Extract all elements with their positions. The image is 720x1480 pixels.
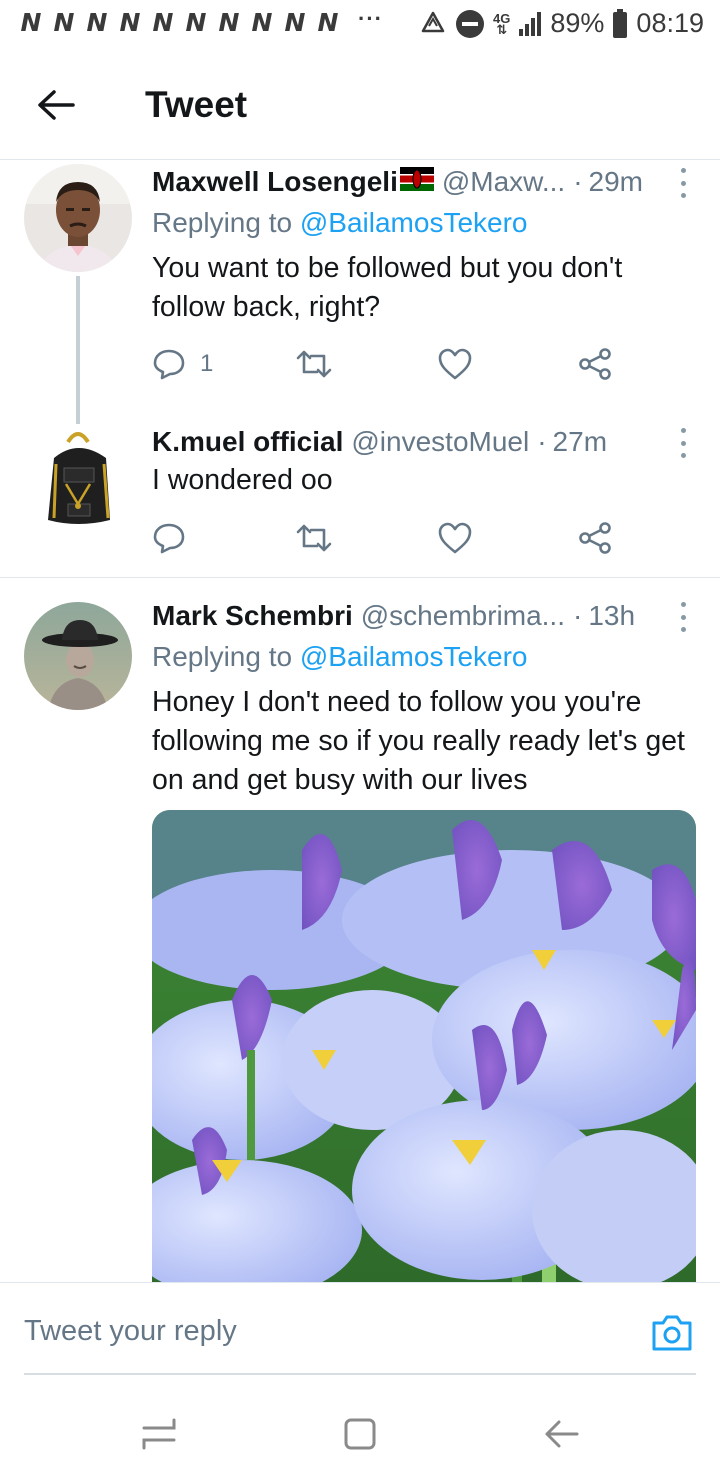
system-nav-bar: [0, 1392, 720, 1480]
thread-line: [76, 276, 80, 424]
reply-icon: [153, 523, 185, 554]
camera-icon: [652, 1315, 692, 1351]
reply-input[interactable]: Tweet your reply: [24, 1315, 237, 1348]
mention-link[interactable]: @BailamosTekero: [300, 641, 528, 672]
more-icon[interactable]: [676, 600, 690, 634]
tweet-header: Maxwell Losengeli @Maxw... · 29m: [152, 166, 660, 198]
notification-icon: N: [317, 8, 339, 37]
notification-icon: N: [152, 8, 174, 37]
reply-count: 1: [200, 350, 214, 377]
notification-icon: N: [284, 8, 306, 37]
notification-icon: N: [119, 8, 141, 37]
share-icon: [579, 522, 611, 554]
tweet[interactable]: Maxwell Losengeli @Maxw... · 29m Replyin…: [0, 160, 720, 424]
timestamp: 27m: [552, 426, 608, 457]
tweet-actions: 1: [152, 344, 622, 384]
recycle-icon: [421, 11, 445, 32]
tweet-header: K.muel official @investoMuel · 27m: [152, 426, 660, 458]
nav-back-button[interactable]: [541, 1414, 581, 1454]
battery-percent: 89%: [550, 8, 605, 38]
user-handle[interactable]: @Maxw...: [442, 166, 565, 198]
reply-button[interactable]: 1: [152, 344, 213, 384]
avatar[interactable]: [24, 602, 132, 710]
share-icon: [579, 348, 611, 380]
tweet-actions: [152, 518, 622, 558]
mention-link[interactable]: @BailamosTekero: [300, 207, 528, 238]
tweet-text: You want to be followed but you don't fo…: [152, 252, 623, 323]
retweet-button[interactable]: [295, 344, 333, 384]
network-type: 4G ⇅: [493, 10, 511, 37]
like-button[interactable]: [437, 518, 473, 558]
tweet-media-image[interactable]: [152, 810, 696, 1290]
notification-icon: N: [86, 8, 108, 37]
recents-button[interactable]: [139, 1414, 179, 1454]
more-icon[interactable]: [676, 166, 690, 200]
replying-to: Replying to @BailamosTekero: [152, 641, 528, 672]
camera-button[interactable]: [650, 1313, 694, 1353]
clock: 08:19: [636, 8, 704, 38]
display-name[interactable]: Mark Schembri: [152, 600, 353, 632]
replying-to: Replying to @BailamosTekero: [152, 207, 528, 238]
tweet-divider: [0, 577, 720, 578]
system-status: 4G ⇅ 89% 08:19: [419, 8, 704, 39]
kenya-flag-icon: [399, 167, 434, 191]
avatar[interactable]: [24, 164, 132, 272]
home-button[interactable]: [340, 1414, 380, 1454]
like-icon: [438, 348, 472, 380]
backpack-image: [24, 424, 132, 532]
retweet-icon: [296, 524, 332, 552]
separator: ·: [573, 166, 583, 197]
reply-icon: [153, 349, 185, 380]
back-arrow-icon: [38, 90, 75, 120]
like-button[interactable]: [437, 344, 473, 384]
like-icon: [438, 522, 472, 554]
tweet-text: Honey I don't need to follow you you're …: [152, 686, 685, 796]
notification-icon: N: [53, 8, 75, 37]
signal-icon: [519, 11, 542, 36]
input-underline: [24, 1373, 696, 1375]
notification-icon: N: [251, 8, 273, 37]
user-handle[interactable]: @schembrima...: [361, 600, 565, 632]
recents-icon: [142, 1418, 176, 1450]
separator: ·: [537, 426, 547, 457]
status-bar: N N N N N N N N N N ··· 4G ⇅ 89% 08:19: [0, 0, 720, 50]
notification-icon: N: [20, 8, 42, 37]
notification-icons: N N N N N N N N N N: [16, 8, 343, 37]
back-button[interactable]: [30, 84, 82, 126]
retweet-icon: [296, 350, 332, 378]
tweet-text: I wondered oo: [152, 464, 333, 496]
do-not-disturb-icon: [456, 9, 485, 38]
display-name[interactable]: K.muel official: [152, 426, 343, 458]
app-header: Tweet: [0, 50, 720, 160]
profile-photo-image: [24, 602, 132, 710]
timestamp: 29m: [588, 166, 643, 197]
notification-icon: N: [185, 8, 207, 37]
avatar[interactable]: [24, 424, 132, 532]
home-icon: [344, 1418, 376, 1450]
tweet[interactable]: K.muel official @investoMuel · 27m I won…: [0, 420, 720, 578]
battery-icon: [613, 8, 628, 38]
share-button[interactable]: [578, 518, 612, 558]
reply-button[interactable]: [152, 518, 186, 558]
nav-back-icon: [545, 1420, 579, 1448]
tweet-header: Mark Schembri @schembrima... · 13h: [152, 600, 660, 632]
more-notifications-icon: ···: [358, 6, 383, 31]
user-handle[interactable]: @investoMuel: [351, 426, 529, 458]
display-name[interactable]: Maxwell Losengeli: [152, 166, 398, 198]
more-icon[interactable]: [676, 426, 690, 460]
notification-icon: N: [218, 8, 240, 37]
timestamp: 13h: [588, 600, 636, 631]
profile-photo-image: [24, 164, 132, 272]
page-title: Tweet: [145, 84, 248, 125]
iris-flowers-image: [152, 810, 696, 1290]
share-button[interactable]: [578, 344, 612, 384]
reply-composer: Tweet your reply: [0, 1282, 720, 1392]
separator: ·: [573, 600, 583, 631]
retweet-button[interactable]: [295, 518, 333, 558]
